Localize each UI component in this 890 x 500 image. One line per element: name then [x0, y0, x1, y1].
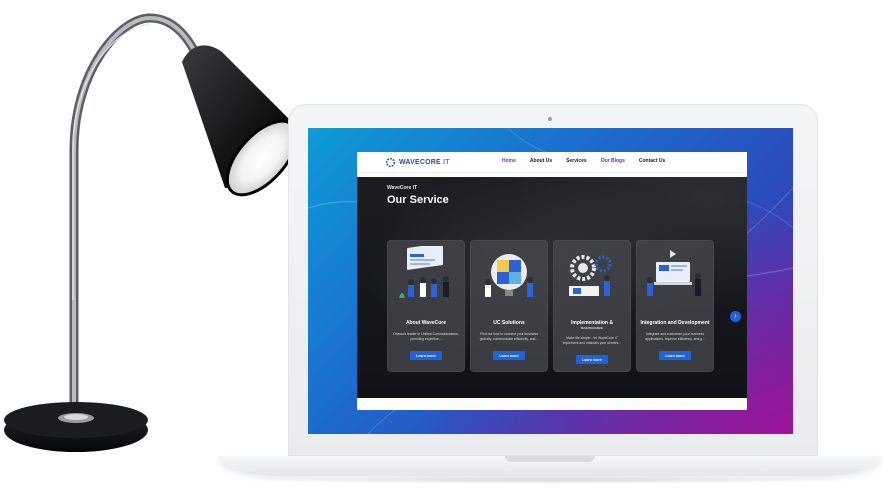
card-title: Integration and Development	[640, 320, 710, 326]
team-dashboard-illustration-icon	[399, 246, 449, 298]
developer-workstation-illustration-icon	[647, 250, 701, 296]
card-description: Find out how to connect your business gl…	[479, 332, 539, 341]
desk-lamp-image	[4, 13, 300, 452]
section-kicker: WaveCore IT	[387, 185, 418, 191]
nav-services[interactable]: Services	[566, 158, 587, 164]
site-header: WAVECORE IT Home About Us Services Our B…	[357, 152, 747, 173]
card-title: Implementation & MAINTENANCE	[555, 320, 629, 330]
card-subtitle: MAINTENANCE	[580, 326, 604, 330]
service-card-uc-solutions: UC Solutions Find out how to connect you…	[470, 240, 548, 372]
card-description: Integrate and customize your business ap…	[645, 332, 705, 341]
logo-text: WAVECORE IT	[399, 159, 450, 166]
card-title: UC Solutions	[493, 320, 525, 326]
wave-logo-icon	[385, 157, 396, 168]
service-card-implementation: Implementation & MAINTENANCE Make life s…	[553, 240, 631, 372]
learn-more-button[interactable]: Learn more	[659, 351, 691, 360]
laptop-hinge-notch	[505, 456, 595, 462]
service-card-about: About WaveCore Ottawa's leader in Unifie…	[387, 240, 465, 372]
card-title: About WaveCore	[405, 320, 447, 326]
card-description: Make life simple - let WaveCore IT imple…	[562, 336, 622, 345]
gear-engineer-illustration-icon	[569, 255, 612, 296]
section-title: Our Service	[387, 194, 449, 206]
chevron-right-icon: ›	[734, 313, 737, 320]
laptop-shadow	[250, 476, 850, 484]
service-card-integration: Integration and Development Integrate an…	[636, 240, 714, 372]
nav-home[interactable]: Home	[502, 158, 516, 164]
learn-more-button[interactable]: Learn more	[493, 351, 525, 360]
nav-about-us[interactable]: About Us	[530, 158, 552, 164]
website-preview: WAVECORE IT Home About Us Services Our B…	[357, 152, 747, 410]
site-logo[interactable]: WAVECORE IT	[385, 157, 450, 168]
carousel-next-button[interactable]: ›	[730, 311, 741, 322]
nav-contact-us[interactable]: Contact Us	[639, 158, 665, 164]
webcam-dot	[548, 117, 552, 121]
main-nav: Home About Us Services Our Blogs Contact…	[502, 158, 665, 164]
services-hero: WaveCore IT Our Service About WaveCore O…	[357, 177, 747, 398]
nav-our-blogs[interactable]: Our Blogs	[601, 158, 625, 164]
card-description: Ottawa's leader in Unified Communication…	[393, 332, 459, 341]
puzzle-lightbulb-illustration-icon	[485, 254, 533, 297]
learn-more-button[interactable]: Learn more	[576, 355, 608, 364]
learn-more-button[interactable]: Learn more	[410, 351, 442, 360]
